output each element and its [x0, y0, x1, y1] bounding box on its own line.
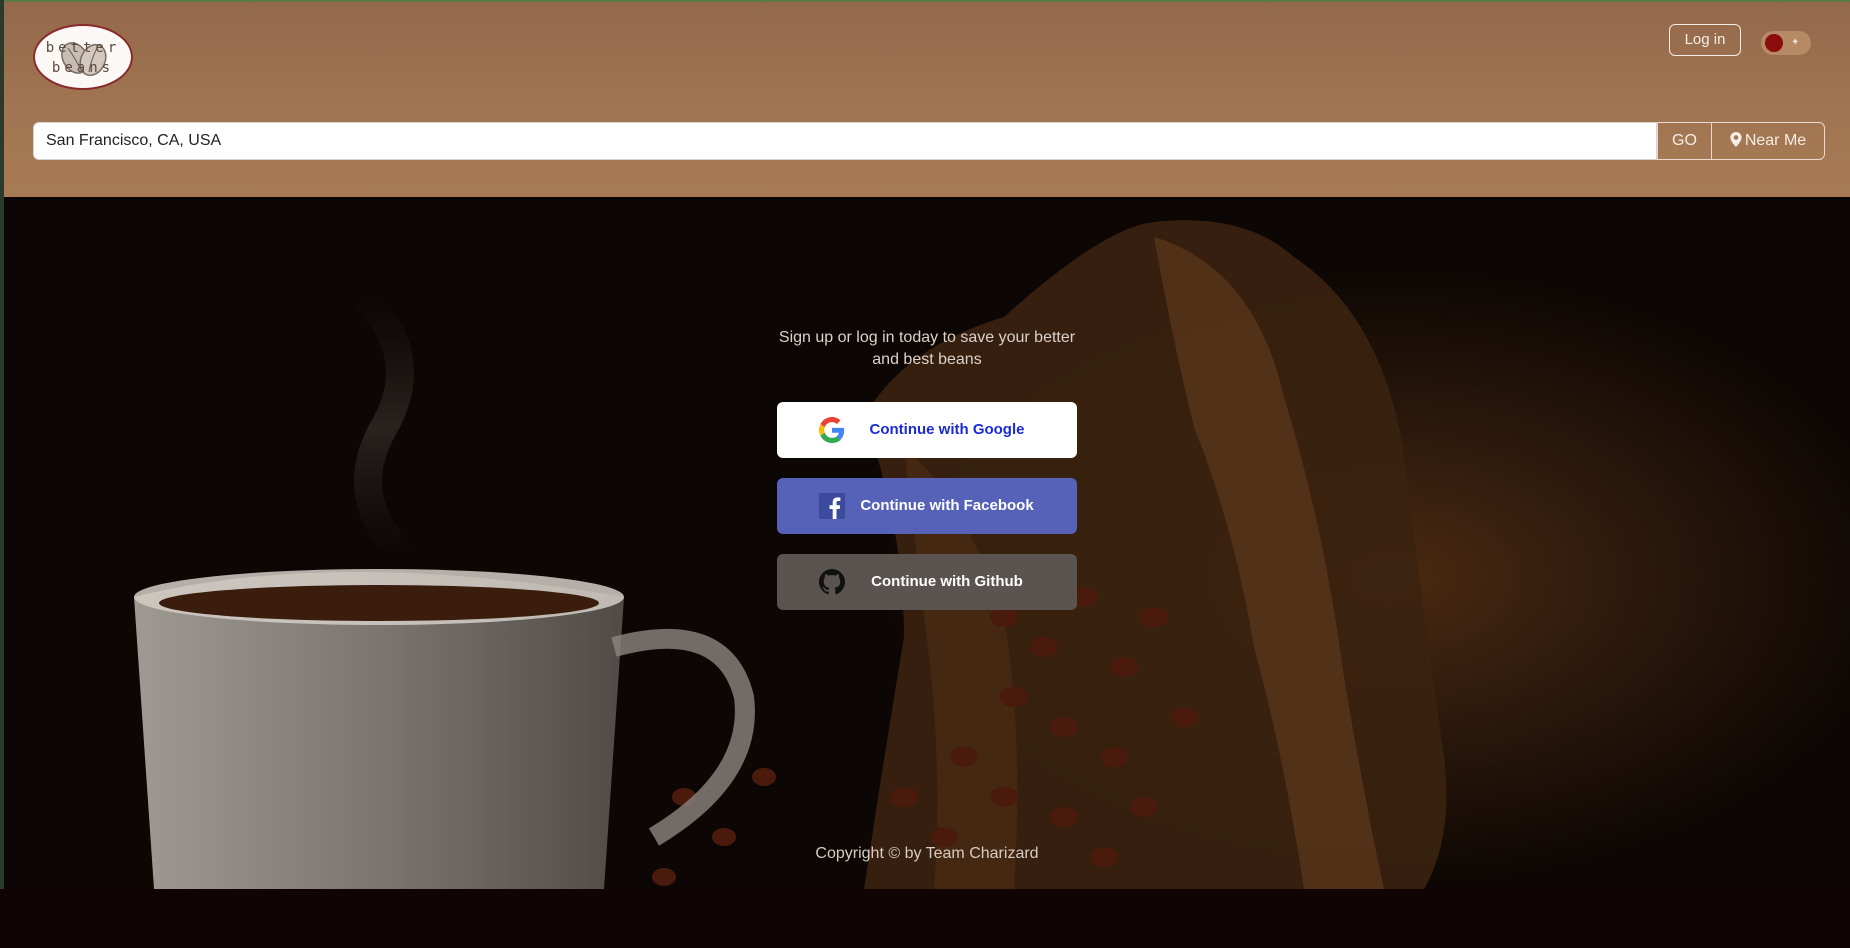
login-button[interactable]: Log in — [1669, 24, 1741, 56]
hero-section: Sign up or log in today to save your bet… — [4, 197, 1850, 889]
top-header: better beans Log in ✦ GO Near Me — [4, 0, 1850, 197]
copyright-text: Copyright © by Team Charizard — [815, 845, 1039, 862]
better-beans-logo[interactable]: better beans — [33, 24, 133, 90]
google-button-label: Continue with Google — [869, 421, 1025, 438]
continue-with-github-button[interactable]: Continue with Github — [777, 554, 1077, 610]
signup-tagline: Sign up or log in today to save your bet… — [4, 327, 1850, 371]
coffee-background-image — [4, 197, 1850, 889]
go-button[interactable]: GO — [1657, 122, 1712, 160]
toggle-knob — [1765, 34, 1783, 52]
github-button-label: Continue with Github — [871, 573, 1023, 590]
tagline-line-1: Sign up or log in today to save your bet… — [778, 329, 1076, 346]
near-me-button[interactable]: Near Me — [1711, 122, 1825, 160]
tagline-line-2: and best beans — [872, 351, 982, 368]
continue-with-google-button[interactable]: Continue with Google — [777, 402, 1077, 458]
sun-icon: ✦ — [1791, 37, 1800, 48]
facebook-button-label: Continue with Facebook — [860, 497, 1034, 514]
theme-toggle[interactable]: ✦ — [1761, 31, 1811, 55]
logo-text-top: better — [45, 40, 121, 56]
near-me-label: Near Me — [1744, 132, 1807, 149]
logo-text-bottom: beans — [51, 60, 115, 76]
map-marker-icon — [1730, 132, 1742, 147]
location-search-input[interactable] — [33, 122, 1657, 160]
page-bottom-strip — [0, 889, 1850, 948]
continue-with-facebook-button[interactable]: Continue with Facebook — [777, 478, 1077, 534]
